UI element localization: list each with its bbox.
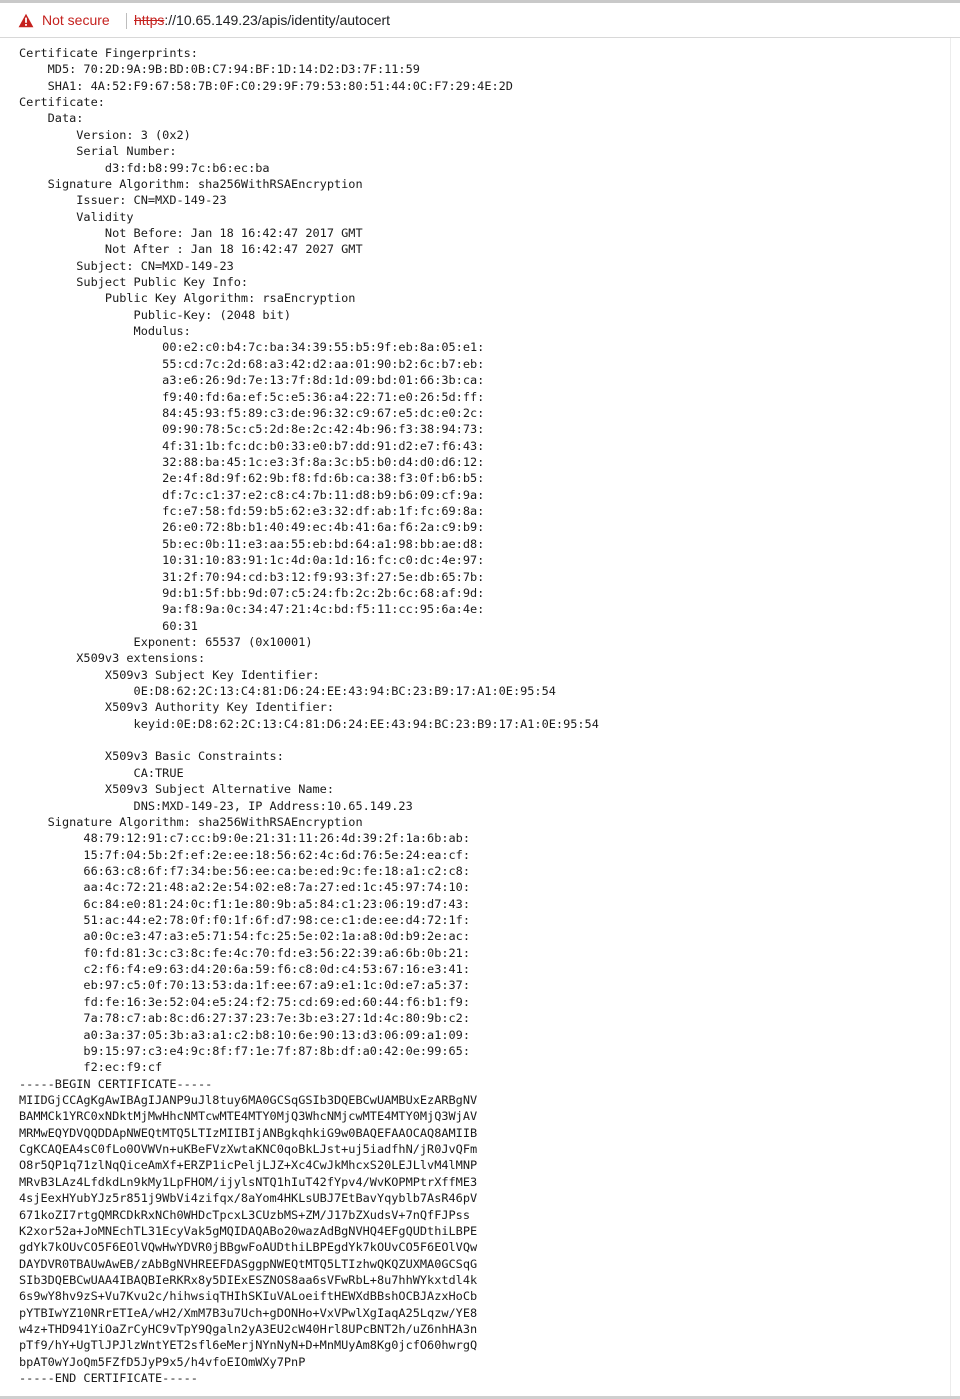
certificate-line: Subject Public Key Info: — [19, 275, 249, 290]
certificate-line: aa:4c:72:21:48:a2:2e:54:02:e8:7a:27:ed:1… — [19, 880, 471, 895]
certificate-line: DNS:MXD-149-23, IP Address:10.65.149.23 — [19, 798, 413, 813]
certificate-line: MRvB3LAz4LfdkdLn9kMy1LpFHOM/ijylsNTQ1hIu… — [19, 1174, 478, 1189]
certificate-line: SHA1: 4A:52:F9:67:58:7B:0F:C0:29:9F:79:5… — [19, 78, 513, 93]
certificate-line: Subject: CN=MXD-149-23 — [19, 258, 234, 273]
certificate-line: Not Before: Jan 18 16:42:47 2017 GMT — [19, 225, 363, 240]
certificate-line: 00:e2:c0:b4:7c:ba:34:39:55:b5:9f:eb:8a:0… — [19, 340, 485, 355]
certificate-line: fd:fe:16:3e:52:04:e5:24:f2:75:cd:69:ed:6… — [19, 994, 471, 1009]
certificate-line: b9:15:97:c3:e4:9c:8f:f7:1e:7f:87:8b:df:a… — [19, 1043, 471, 1058]
certificate-line: X509v3 Subject Alternative Name: — [19, 782, 334, 797]
certificate-line: Validity — [19, 209, 134, 224]
certificate-line: pYTBIwYZ10NRrETIeA/wH2/XmM7B3u7Uch+gDONH… — [19, 1305, 478, 1320]
certificate-line: Certificate: — [19, 95, 105, 110]
certificate-line: Certificate Fingerprints: — [19, 46, 198, 60]
url-host-path: ://10.65.149.23/apis/identity/autocert — [164, 12, 391, 28]
not-secure-label[interactable]: Not secure — [42, 12, 110, 28]
certificate-line: 09:90:78:5c:c5:2d:8e:2c:42:4b:96:f3:38:9… — [19, 422, 485, 437]
certificate-line: 6s9wY8hv9zS+Vu7Kvu2c/hihwsiqTHIhSKIuVALo… — [19, 1289, 478, 1304]
certificate-line: -----END CERTIFICATE----- — [19, 1371, 198, 1386]
certificate-line: fc:e7:58:fd:59:b5:62:e3:32:df:ab:1f:fc:6… — [19, 504, 485, 519]
certificate-line: X509v3 Subject Key Identifier: — [19, 667, 320, 682]
certificate-line: MD5: 70:2D:9A:9B:BD:0B:C7:94:BF:1D:14:D2… — [19, 62, 420, 77]
certificate-line: f9:40:fd:6a:ef:5c:e5:36:a4:22:71:e0:26:5… — [19, 389, 485, 404]
certificate-line: f0:fd:81:3c:c3:8c:fe:4c:70:fd:e3:56:22:3… — [19, 945, 471, 960]
vertical-scrollbar[interactable] — [950, 38, 960, 1399]
certificate-line: CgKCAQEA4sC0fLo0OVWVn+uKBeFVzXwtaKNC0qoB… — [19, 1142, 478, 1157]
certificate-line: 2e:4f:8d:9f:62:9b:f8:fd:6b:ca:38:f3:0f:b… — [19, 471, 485, 486]
certificate-line: X509v3 Basic Constraints: — [19, 749, 284, 764]
certificate-line: SIb3DQEBCwUAA4IBAQBIeRKRx8y5DIExESZNOS8a… — [19, 1272, 478, 1287]
certificate-line: Public Key Algorithm: rsaEncryption — [19, 291, 356, 306]
certificate-line: w4z+THD941YiOaZrCyHC9vTpY9Qgaln2yA3EU2cW… — [19, 1322, 478, 1337]
certificate-line: Modulus: — [19, 324, 191, 339]
certificate-line: 26:e0:72:8b:b1:40:49:ec:4b:41:6a:f6:2a:c… — [19, 520, 485, 535]
certificate-line: 10:31:10:83:91:1c:4d:0a:1d:16:fc:c0:dc:4… — [19, 553, 485, 568]
certificate-line: MIIDGjCCAgKgAwIBAgIJANP9uJl8tuy6MA0GCSqG… — [19, 1093, 478, 1107]
certificate-line: -----BEGIN CERTIFICATE----- — [19, 1076, 213, 1091]
url-text[interactable]: https://10.65.149.23/apis/identity/autoc… — [134, 12, 390, 28]
certificate-line: a0:0c:e3:47:a3:e5:71:54:fc:25:5e:02:1a:a… — [19, 929, 471, 944]
certificate-line: a0:3a:37:05:3b:a3:a1:c2:b8:10:6e:90:13:d… — [19, 1027, 471, 1042]
certificate-line: MRMwEQYDVQQDDApNWEQtMTQ5LTIzMIIBIjANBgkq… — [19, 1125, 478, 1140]
certificate-line: 66:63:c8:6f:f7:34:be:56:ee:ca:be:ed:9c:f… — [19, 863, 471, 878]
certificate-line: Signature Algorithm: sha256WithRSAEncryp… — [19, 814, 363, 829]
certificate-line: Serial Number: — [19, 144, 177, 159]
certificate-line: Public-Key: (2048 bit) — [19, 307, 292, 322]
certificate-line: 32:88:ba:45:1c:e3:3f:8a:3c:b5:b0:d4:d0:d… — [19, 454, 485, 469]
address-bar[interactable]: Not secure https://10.65.149.23/apis/ide… — [0, 3, 960, 38]
certificate-line: bpAT0wYJoQm5FZfD5JyP9x5/h4vfoEIOmWXy7PnP — [19, 1354, 306, 1369]
warning-triangle-icon[interactable] — [18, 13, 34, 28]
certificate-line: a3:e6:26:9d:7e:13:7f:8d:1d:09:bd:01:66:3… — [19, 373, 485, 388]
address-separator — [126, 13, 127, 29]
certificate-line: 31:2f:70:94:cd:b3:12:f9:93:3f:27:5e:db:6… — [19, 569, 485, 584]
certificate-line: df:7c:c1:37:e2:c8:c4:7b:11:d8:b9:b6:09:c… — [19, 487, 485, 502]
certificate-line: 48:79:12:91:c7:cc:b9:0e:21:31:11:26:4d:3… — [19, 831, 471, 846]
certificate-line: 5b:ec:0b:11:e3:aa:55:eb:bd:64:a1:98:bb:a… — [19, 536, 485, 551]
certificate-line: 6c:84:e0:81:24:0c:f1:1e:80:9b:a5:84:c1:2… — [19, 896, 471, 911]
url-scheme: https — [134, 12, 165, 28]
certificate-line: X509v3 extensions: — [19, 651, 206, 666]
certificate-line: 9a:f8:9a:0c:34:47:21:4c:bd:f5:11:cc:95:6… — [19, 602, 485, 617]
certificate-line: K2xor52a+JoMNEchTL31EcyVak5gMQIDAQABo20w… — [19, 1223, 478, 1238]
certificate-line: 60:31 — [19, 618, 198, 633]
certificate-text: Certificate Fingerprints: MD5: 70:2D:9A:… — [19, 45, 599, 1386]
page-content: Certificate Fingerprints: MD5: 70:2D:9A:… — [0, 38, 951, 1399]
certificate-line: 15:7f:04:5b:2f:ef:2e:ee:18:56:62:4c:6d:7… — [19, 847, 471, 862]
certificate-line: c2:f6:f4:e9:63:d4:20:6a:59:f6:c8:0d:c4:5… — [19, 962, 471, 977]
certificate-line: 55:cd:7c:2d:68:a3:42:d2:aa:01:90:b2:6c:b… — [19, 356, 485, 371]
certificate-line: keyid:0E:D8:62:2C:13:C4:81:D6:24:EE:43:9… — [19, 716, 599, 731]
certificate-line: f2:ec:f9:cf — [19, 1060, 163, 1075]
certificate-line: 7a:78:c7:ab:8c:d6:27:37:23:7e:3b:e3:27:1… — [19, 1011, 471, 1026]
certificate-line: O8r5QP1q71zlNqQiceAmXf+ERZP1icPeljLJZ+Xc… — [19, 1158, 478, 1173]
certificate-line: Not After : Jan 18 16:42:47 2027 GMT — [19, 242, 363, 257]
certificate-line: BAMMCk1YRC0xNDktMjMwHhcNMTcwMTE4MTY0MjQ3… — [19, 1109, 478, 1124]
certificate-line: Signature Algorithm: sha256WithRSAEncryp… — [19, 176, 363, 191]
certificate-line: 0E:D8:62:2C:13:C4:81:D6:24:EE:43:94:BC:2… — [19, 684, 556, 699]
certificate-line: 84:45:93:f5:89:c3:de:96:32:c9:67:e5:dc:e… — [19, 405, 485, 420]
certificate-line: d3:fd:b8:99:7c:b6:ec:ba — [19, 160, 270, 175]
certificate-line: DAYDVR0TBAUwAwEB/zAbBgNVHREEFDASggpNWEQt… — [19, 1256, 478, 1271]
certificate-line: X509v3 Authority Key Identifier: — [19, 700, 334, 715]
certificate-line: 671koZI7rtgQMRCDkRxNCh0WHDcTpcxL3CUzbMS+… — [19, 1207, 471, 1222]
certificate-line: 51:ac:44:e2:78:0f:f0:1f:6f:d7:98:ce:c1:d… — [19, 913, 471, 928]
certificate-line: eb:97:c5:0f:70:13:53:da:1f:ee:67:a9:e1:1… — [19, 978, 471, 993]
certificate-line: Data: — [19, 111, 84, 126]
certificate-line: gdYk7kOUvCO5F6EOlVQwHwYDVR0jBBgwFoAUDthi… — [19, 1240, 478, 1255]
certificate-line: CA:TRUE — [19, 765, 184, 780]
certificate-line: Exponent: 65537 (0x10001) — [19, 634, 313, 649]
certificate-line: 4f:31:1b:fc:dc:b0:33:e0:b7:dd:91:d2:e7:f… — [19, 438, 485, 453]
certificate-line: Version: 3 (0x2) — [19, 127, 191, 142]
certificate-line: 4sjEexHYubYJz5r851j9WbVi4zifqx/8aYom4HKL… — [19, 1191, 478, 1206]
certificate-line: pTf9/hY+UgTlJPJlzWntYET2sfl6eMerjNYnNyN+… — [19, 1338, 478, 1353]
certificate-line: 9d:b1:5f:bb:9d:07:c5:24:fb:2c:2b:6c:68:a… — [19, 585, 485, 600]
certificate-line: Issuer: CN=MXD-149-23 — [19, 193, 227, 208]
